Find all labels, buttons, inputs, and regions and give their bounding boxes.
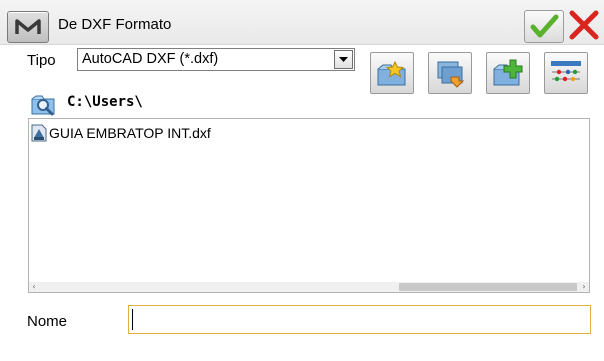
scroll-thumb[interactable] <box>399 283 577 291</box>
current-path: C:\Users\ <box>67 94 143 110</box>
nome-input[interactable] <box>128 305 591 334</box>
list-item[interactable]: GUIA EMBRATOP INT.dxf <box>31 124 211 142</box>
ok-button[interactable] <box>524 10 564 43</box>
close-x-icon <box>569 10 599 40</box>
title-bar: De DXF Formato <box>0 0 604 45</box>
nome-label: Nome <box>27 313 68 330</box>
scroll-left-icon[interactable]: ‹ <box>29 282 39 292</box>
checkmark-icon <box>530 14 559 38</box>
close-button[interactable] <box>566 8 602 42</box>
m-logo-icon[interactable] <box>7 11 49 43</box>
tipo-label: Tipo <box>27 52 56 69</box>
path-row <box>30 93 60 117</box>
tipo-select[interactable]: AutoCAD DXF (*.dxf) <box>77 48 355 71</box>
dxf-file-icon <box>31 124 47 142</box>
favorite-folder-button[interactable] <box>370 52 414 94</box>
folders-icon <box>437 61 465 88</box>
window-title: De DXF Formato <box>58 16 172 33</box>
file-list[interactable]: GUIA EMBRATOP INT.dxf ‹ › <box>28 118 590 293</box>
horizontal-scrollbar[interactable]: ‹ › <box>29 282 589 292</box>
layers-settings-button[interactable] <box>544 52 588 94</box>
search-folder-icon[interactable] <box>30 93 60 117</box>
layers-settings-icon <box>551 61 581 82</box>
new-folder-button[interactable] <box>486 52 530 94</box>
favorite-folder-icon <box>377 60 406 86</box>
scroll-right-icon[interactable]: › <box>579 282 589 292</box>
tipo-selected-value: AutoCAD DXF (*.dxf) <box>82 51 219 67</box>
folders-button[interactable] <box>428 52 472 94</box>
file-name: GUIA EMBRATOP INT.dxf <box>49 125 211 141</box>
text-caret <box>132 309 133 330</box>
dropdown-arrow-icon[interactable] <box>334 50 353 69</box>
new-folder-icon <box>493 59 523 86</box>
